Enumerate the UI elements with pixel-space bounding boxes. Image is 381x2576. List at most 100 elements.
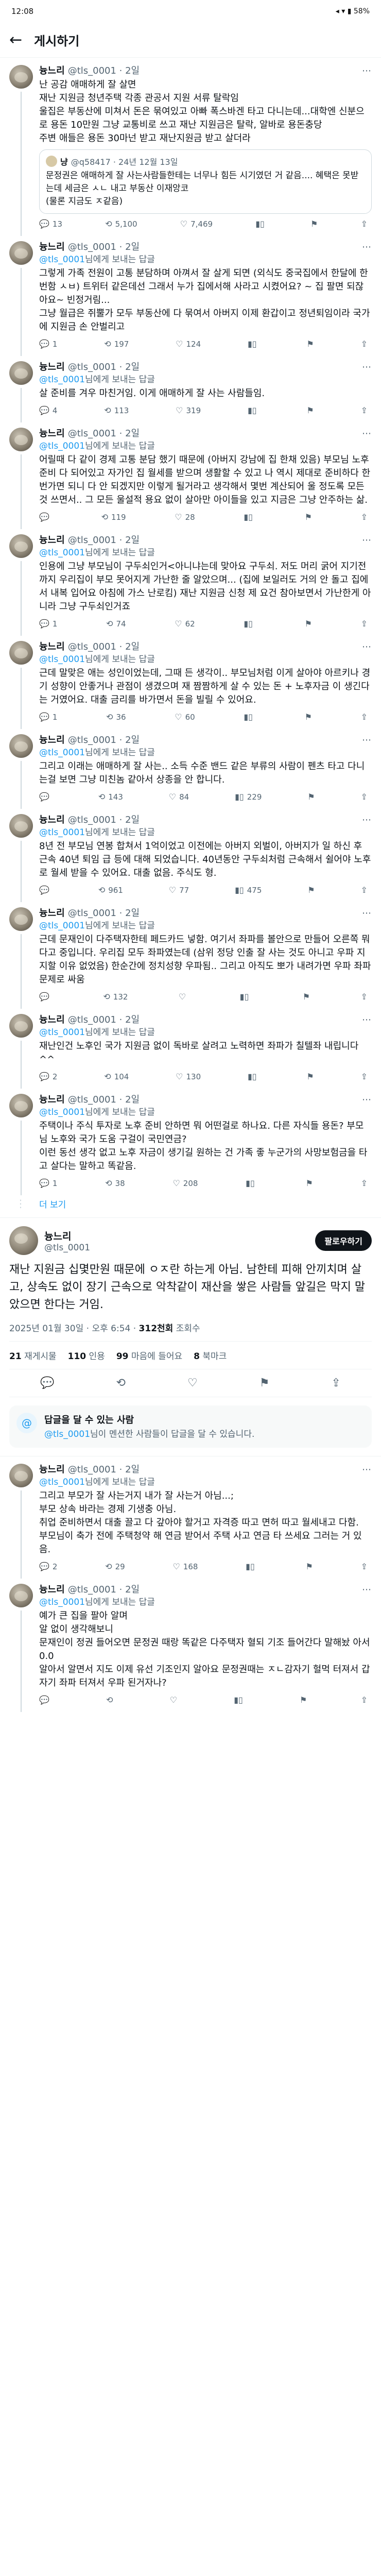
reply-action[interactable]: 💬 4 <box>39 405 57 415</box>
avatar[interactable] <box>9 1014 33 1038</box>
thread-reply[interactable]: 늉느리 @tls_0001 · 2일 ⋯ @tls_0001님에게 보내는 답글… <box>0 1456 381 1579</box>
thread-reply[interactable]: 늉느리 @tls_0001 · 2일 ⋯ @tls_0001님에게 보내는 답글… <box>0 900 381 1009</box>
author-name[interactable]: 늉느리 <box>44 1229 90 1243</box>
author-handle[interactable]: @tls_0001 · 2일 <box>68 907 140 920</box>
repost-action[interactable]: ⟲ 5,100 <box>105 219 137 229</box>
author-handle[interactable]: @tls_0001 · 2일 <box>68 428 140 440</box>
bookmark-action[interactable]: ⚑ <box>300 1695 307 1705</box>
share-icon[interactable]: ⇪ <box>332 1377 341 1389</box>
thread-reply[interactable]: 늉느리 @tls_0001 · 2일 ⋯ @tls_0001님에게 보내는 답글… <box>0 1087 381 1195</box>
avatar[interactable] <box>9 361 33 385</box>
reply-action[interactable]: 💬 2 <box>39 1072 57 1081</box>
thread-reply[interactable]: 늉느리 @tls_0001 · 2일 ⋯ @tls_0001님에게 보내는 답글… <box>0 727 381 809</box>
author-name[interactable]: 늉느리 <box>39 534 65 547</box>
more-options-icon[interactable]: ⋯ <box>362 641 372 653</box>
like-action[interactable]: ♡ 60 <box>175 712 195 722</box>
share-action[interactable]: ⇪ <box>361 792 368 802</box>
share-action[interactable]: ⇪ <box>361 712 368 722</box>
repost-action[interactable]: ⟲ 38 <box>105 1178 125 1188</box>
share-action[interactable]: ⇪ <box>361 992 368 1002</box>
bookmark-action[interactable]: ⚑ <box>305 619 312 629</box>
reply-action[interactable]: 💬 <box>39 792 53 802</box>
author-handle[interactable]: @tls_0001 · 2일 <box>68 241 140 253</box>
like-action[interactable]: ♡ 77 <box>169 885 189 895</box>
bookmark-action[interactable]: ⚑ <box>307 885 315 895</box>
like-action[interactable]: ♡ 7,469 <box>180 219 213 229</box>
like-action[interactable]: ♡ 124 <box>176 339 201 349</box>
author-handle[interactable]: @tls_0001 · 2일 <box>68 1584 140 1596</box>
repost-action[interactable]: ⟲ <box>106 1695 116 1705</box>
repost-action[interactable]: ⟲ 36 <box>106 712 126 722</box>
author-handle[interactable]: @tls_0001 · 2일 <box>68 1464 140 1476</box>
views-action[interactable]: ▮▯ <box>244 512 256 522</box>
author-name[interactable]: 늉느리 <box>39 734 65 747</box>
reply-action[interactable]: 💬 <box>39 992 53 1002</box>
bookmark-action[interactable]: ⚑ <box>306 405 314 415</box>
views-action[interactable]: ▮▯ 229 <box>235 792 262 802</box>
share-action[interactable]: ⇪ <box>361 512 368 522</box>
views-action[interactable]: ▮▯ <box>248 405 260 415</box>
avatar[interactable] <box>9 734 33 758</box>
more-options-icon[interactable]: ⋯ <box>362 65 372 77</box>
avatar[interactable] <box>9 534 33 558</box>
avatar[interactable] <box>9 1226 38 1255</box>
author-name[interactable]: 늉느리 <box>39 361 65 374</box>
avatar[interactable] <box>9 641 33 665</box>
author-handle[interactable]: @tls_0001 · 2일 <box>68 361 140 374</box>
bookmark-action[interactable]: ⚑ <box>310 219 318 229</box>
avatar[interactable] <box>9 1584 33 1607</box>
repost-action[interactable]: ⟲ 104 <box>104 1072 129 1081</box>
more-options-icon[interactable]: ⋯ <box>362 1584 372 1596</box>
author-handle[interactable]: @tls_0001 · 2일 <box>68 534 140 547</box>
reply-action[interactable]: 💬 13 <box>39 219 62 229</box>
like-action[interactable]: ♡ 84 <box>169 792 189 802</box>
author-handle[interactable]: @tls_0001 · 2일 <box>68 1094 140 1106</box>
repost-action[interactable]: ⟲ 74 <box>106 619 126 629</box>
author-name[interactable]: 늉느리 <box>39 907 65 920</box>
more-options-icon[interactable]: ⋯ <box>362 534 372 547</box>
views-action[interactable]: ▮▯ <box>234 1695 246 1705</box>
like-action[interactable]: ♡ 319 <box>176 405 201 415</box>
views-action[interactable]: ▮▯ <box>240 992 252 1002</box>
bookmark-action[interactable]: ⚑ <box>306 1178 313 1188</box>
views-action[interactable]: ▮▯ <box>244 712 256 722</box>
author-handle[interactable]: @tls_0001 · 2일 <box>68 734 140 747</box>
author-name[interactable]: 늉느리 <box>39 241 65 253</box>
share-action[interactable]: ⇪ <box>361 1695 368 1705</box>
bookmark-action[interactable]: ⚑ <box>306 1562 313 1571</box>
reply-mention[interactable]: @tls_0001 <box>39 1597 85 1607</box>
avatar[interactable] <box>9 814 33 838</box>
bookmark-action[interactable]: ⚑ <box>306 339 314 349</box>
thread-reply[interactable]: 늉느리 @tls_0001 · 2일 ⋯ @tls_0001님에게 보내는 답글… <box>0 234 381 356</box>
author-handle[interactable]: @tls_0001 · 2일 <box>68 814 140 826</box>
bookmark-action[interactable]: ⚑ <box>303 992 310 1002</box>
bookmark-action[interactable]: ⚑ <box>306 1072 314 1081</box>
author-handle[interactable]: @tls_0001 · 2일 <box>68 65 140 77</box>
author-name[interactable]: 늉느리 <box>39 428 65 440</box>
share-action[interactable]: ⇪ <box>361 405 368 415</box>
quoted-post[interactable]: 냥 @q58417 · 24년 12월 13일 문정권은 애매하게 잘 사는사람… <box>39 149 372 214</box>
author-name[interactable]: 늉느리 <box>39 1464 65 1476</box>
thread-reply[interactable]: 늉느리 @tls_0001 · 2일 ⋯ @tls_0001님에게 보내는 답글… <box>0 1007 381 1089</box>
show-more-row[interactable]: ⋮ 더 보기 <box>0 1193 381 1218</box>
more-options-icon[interactable]: ⋯ <box>362 734 372 747</box>
share-action[interactable]: ⇪ <box>361 1562 368 1571</box>
repost-action[interactable]: ⟲ 132 <box>103 992 128 1002</box>
repost-action[interactable]: ⟲ 197 <box>104 339 129 349</box>
views-action[interactable]: ▮▯ <box>244 619 256 629</box>
reply-mention[interactable]: @tls_0001 <box>39 748 85 758</box>
author-name[interactable]: 늉느리 <box>39 1094 65 1106</box>
like-action[interactable]: ♡ 130 <box>176 1072 201 1081</box>
repost-action[interactable]: ⟲ 961 <box>98 885 123 895</box>
reply-mention[interactable]: @tls_0001 <box>39 921 85 931</box>
views-action[interactable]: ▮▯ <box>255 219 268 229</box>
like-action[interactable]: ♡ 62 <box>175 619 195 629</box>
share-action[interactable]: ⇪ <box>361 339 368 349</box>
share-action[interactable]: ⇪ <box>361 619 368 629</box>
repost-action[interactable]: ⟲ 119 <box>101 512 126 522</box>
like-action[interactable]: ♡ 208 <box>172 1178 198 1188</box>
reply-action[interactable]: 💬 <box>39 512 53 522</box>
author-handle[interactable]: @tls_0001 · 2일 <box>68 1014 140 1026</box>
more-options-icon[interactable]: ⋯ <box>362 1094 372 1106</box>
thread-reply[interactable]: 늉느리 @tls_0001 · 2일 ⋯ @tls_0001님에게 보내는 답글… <box>0 527 381 636</box>
